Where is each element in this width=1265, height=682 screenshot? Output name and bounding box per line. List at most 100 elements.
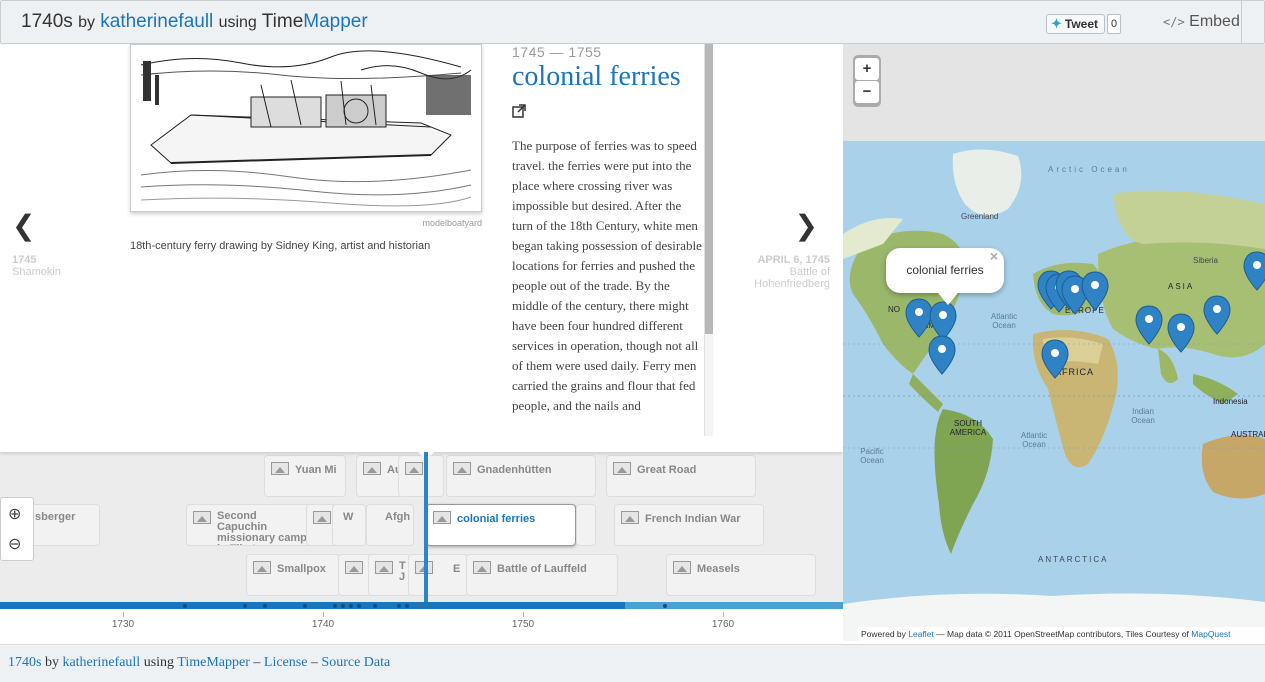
timeline-dot	[349, 604, 353, 608]
image-icon	[271, 462, 289, 475]
top-bar: 1740s by katherinefaull using TimeMapper…	[0, 0, 1265, 45]
axis-label: 1730	[111, 619, 135, 630]
slide-panel: modelboatyard 18th-century ferry drawing…	[0, 44, 843, 452]
zoom-in-icon[interactable]: ⊕	[8, 504, 21, 524]
timeline-dot	[333, 604, 337, 608]
image-icon	[433, 511, 451, 524]
timeline-marker[interactable]: Yuan Mi	[264, 455, 346, 497]
footer: 1740s by katherinefaull using TimeMapper…	[0, 644, 1265, 682]
footer-author-link[interactable]: katherinefaull	[62, 655, 140, 670]
map-zoom-controls: + −	[853, 55, 881, 107]
timeline-dot	[263, 604, 267, 608]
nav-previous[interactable]: ❮ 1745 Shamokin	[12, 209, 92, 279]
timeline-cursor	[424, 452, 428, 605]
image-icon	[673, 561, 691, 574]
tweet-count: 0	[1107, 14, 1121, 34]
image-icon	[363, 462, 381, 475]
axis-tick	[723, 612, 724, 617]
tweet-label: Tweet	[1064, 17, 1099, 31]
prev-title: Shamokin	[12, 266, 61, 278]
leaflet-link[interactable]: Leaflet	[908, 629, 934, 639]
timeline-dot	[357, 604, 361, 608]
map-attribution: Powered by Leaflet — Map data © 2011 Ope…	[858, 627, 1265, 641]
map-panel[interactable]: Greenland Arctic Ocean Siberia NO AM EUR…	[843, 44, 1265, 641]
mapquest-link[interactable]: MapQuest	[1191, 629, 1230, 639]
timeline-marker[interactable]: E	[408, 554, 468, 596]
map-zoom-out-button[interactable]: −	[855, 81, 879, 103]
app-name-time: Time	[261, 11, 304, 32]
timeline-dot	[405, 604, 409, 608]
timeline-marker[interactable]	[398, 455, 444, 497]
timeline-marker[interactable]: T J	[368, 554, 410, 596]
image-icon	[345, 561, 363, 574]
timeline-dot	[341, 604, 345, 608]
tweet-button[interactable]: ✦ Tweet	[1046, 14, 1106, 34]
timeline-dot	[303, 604, 307, 608]
app-name-mapper: Mapper	[303, 11, 368, 32]
axis-tick	[523, 612, 524, 617]
slide-scrollbar-thumb[interactable]	[705, 44, 713, 334]
timeline-marker[interactable]: T	[338, 554, 372, 596]
timeline-marker[interactable]: W	[332, 504, 366, 546]
title-by: by	[78, 14, 95, 31]
footer-text: 1740s by katherinefaull using TimeMapper…	[8, 655, 391, 670]
timeline-marker[interactable]: Measels	[666, 554, 816, 596]
title-prefix: 1740s	[21, 11, 73, 32]
timeline-marker[interactable]: Battle of Lauffeld	[466, 554, 618, 596]
axis-label: 1750	[511, 619, 535, 630]
timeline-marker[interactable]: Gnadenhütten	[446, 455, 596, 497]
prev-date: 1745	[12, 254, 37, 266]
timenav-fill	[0, 602, 625, 609]
timeline-marker[interactable]: French Indian War	[614, 504, 764, 546]
timeline-marker[interactable]: Afgh	[366, 504, 414, 546]
timeline-dot	[397, 604, 401, 608]
header-divider	[1241, 1, 1242, 45]
timeline-dot	[183, 604, 187, 608]
timeline-dot	[243, 604, 247, 608]
map-popup: colonial ferries ×	[886, 248, 1004, 293]
timeline-marker[interactable]: Second Capuchin missionary camp in Tibet	[186, 504, 310, 546]
next-title: Battle of Hohenfriedberg	[754, 266, 830, 290]
author-link[interactable]: katherinefaull	[100, 11, 213, 32]
timenav-bar[interactable]	[0, 602, 843, 609]
embed-button[interactable]: </> Embed	[1163, 13, 1240, 31]
timeline-marker[interactable]	[576, 504, 596, 546]
footer-source-link[interactable]: Source Data	[321, 655, 390, 670]
image-icon	[453, 462, 471, 475]
footer-title-link[interactable]: 1740s	[8, 655, 41, 670]
timeline-marker[interactable]: Au	[356, 455, 404, 497]
footer-app-link[interactable]: TimeMapper	[177, 655, 250, 670]
chevron-left-icon: ❮	[12, 209, 36, 242]
timemapper-link[interactable]: TimeMapper	[262, 11, 368, 32]
twitter-bird-icon: ✦	[1051, 16, 1062, 31]
nav-next[interactable]: ❯ APRIL 6, 1745 Battle of Hohenfriedberg	[740, 212, 830, 291]
footer-license-link[interactable]: License	[264, 655, 308, 670]
timeline-dot	[373, 604, 377, 608]
axis-label: 1740	[311, 619, 335, 630]
image-icon	[313, 511, 331, 524]
map-zoom-in-button[interactable]: +	[855, 58, 879, 80]
slide-image	[130, 44, 482, 212]
external-link-icon[interactable]	[512, 104, 526, 121]
zoom-out-icon[interactable]: ⊖	[8, 534, 21, 554]
axis-tick	[123, 612, 124, 617]
page-title: 1740s by katherinefaull using TimeMapper	[21, 11, 368, 33]
image-caption: 18th-century ferry drawing by Sidney Kin…	[130, 240, 431, 252]
image-icon	[621, 511, 639, 524]
timeline-marker[interactable]: Great Road	[606, 455, 756, 497]
image-icon	[473, 561, 491, 574]
image-icon	[193, 511, 211, 524]
image-icon	[405, 462, 423, 475]
close-icon[interactable]: ×	[990, 234, 998, 279]
timeline-marker[interactable]: Smallpox	[246, 554, 340, 596]
popup-label: colonial ferries	[906, 263, 984, 277]
timeline-marker-active[interactable]: colonial ferries	[426, 504, 576, 546]
slide-body: The purpose of ferries was to speed trav…	[512, 138, 702, 413]
next-date: APRIL 6, 1745	[757, 254, 830, 266]
image-icon	[613, 462, 631, 475]
map-markers	[905, 251, 1265, 379]
slide-headline: colonial ferries	[512, 61, 681, 92]
image-credit: modelboatyard	[422, 218, 482, 228]
ferry-drawing	[131, 45, 481, 211]
image-icon	[375, 561, 393, 574]
